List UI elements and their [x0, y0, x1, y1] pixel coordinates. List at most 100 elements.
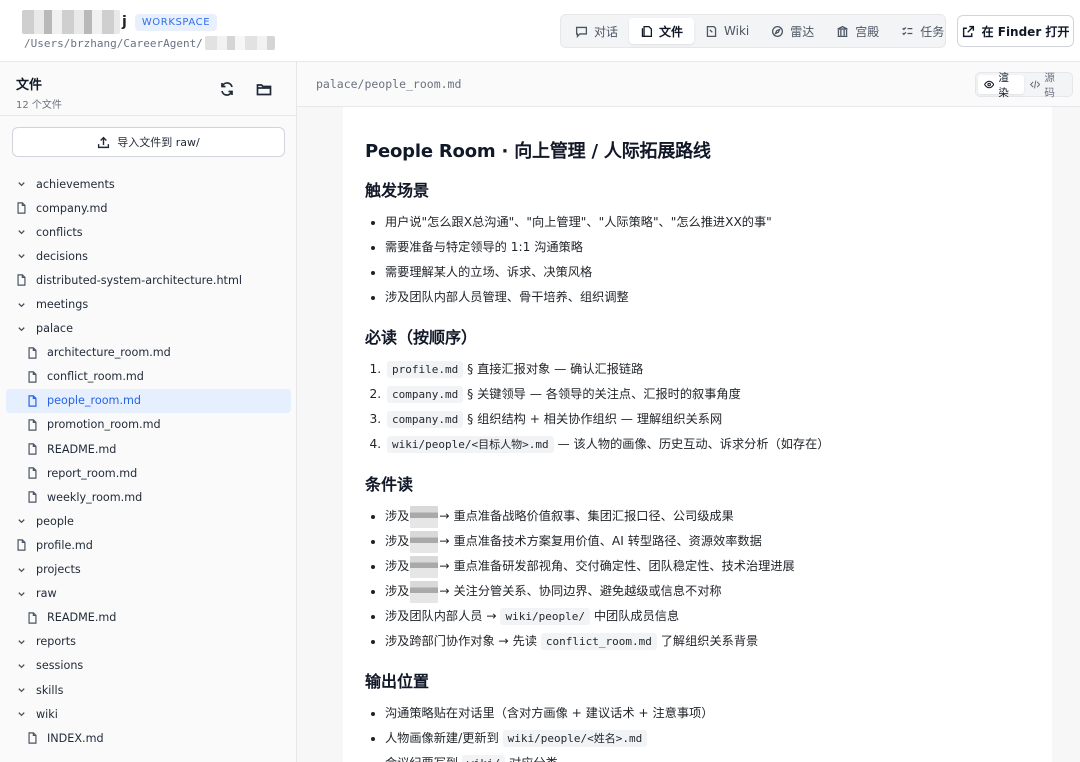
chevron-down-icon — [14, 249, 28, 263]
item-text: 了解组织关系背景 — [656, 634, 759, 648]
list-item: 涉及 → 关注分管关系、协同边界、避免越级或信息不对称 — [385, 579, 1030, 604]
source-view-button[interactable]: 源码 — [1024, 72, 1070, 99]
tree-file[interactable]: conflict_room.md — [6, 365, 291, 389]
tree-folder[interactable]: achievements — [6, 172, 291, 196]
tree-file[interactable]: profile.md — [6, 533, 291, 557]
redacted-name — [410, 530, 439, 553]
render-view-button[interactable]: 渲染 — [978, 72, 1024, 99]
tab-label: Wiki — [724, 24, 750, 38]
tree-file[interactable]: report_room.md — [6, 461, 291, 485]
tree-file[interactable]: company.md — [6, 196, 291, 220]
list-item: 需要准备与特定领导的 1:1 沟通策略 — [385, 235, 1030, 260]
render-label: 渲染 — [998, 71, 1009, 99]
chevron-down-icon — [14, 635, 28, 649]
tree-folder[interactable]: decisions — [6, 244, 291, 268]
tree-folder[interactable]: skills — [6, 678, 291, 702]
tree-folder[interactable]: people — [6, 509, 291, 533]
external-link-icon — [962, 25, 974, 37]
tree-item-label: INDEX.md — [47, 731, 104, 745]
file-icon — [25, 466, 39, 480]
main-tabs: 对话 文件 Wiki 雷达 宫殿 任务 — [560, 14, 946, 48]
list-item: 涉及团队内部人员管理、骨干培养、组织调整 — [385, 285, 1030, 310]
item-text: 涉及 — [385, 509, 410, 523]
section-heading: 必读（按顺序） — [365, 328, 478, 347]
tree-folder[interactable]: meetings — [6, 292, 291, 316]
chevron-down-icon — [14, 298, 28, 312]
tab-radar[interactable]: 雷达 — [760, 18, 825, 44]
bullet-list: 用户说"怎么跟X总沟通"、"向上管理"、"人际策略"、"怎么推进XX的事" 需要准… — [365, 210, 1030, 310]
sidebar-title: 文件 — [16, 78, 43, 93]
tree-file[interactable]: README.md — [6, 606, 291, 630]
tab-palace[interactable]: 宫殿 — [825, 18, 890, 44]
item-text: 需要准备与特定领导的 1:1 沟通策略 — [385, 240, 583, 254]
upload-icon — [98, 136, 110, 148]
tree-file[interactable]: architecture_room.md — [6, 341, 291, 365]
tree-folder[interactable]: raw — [6, 582, 291, 606]
chevron-down-icon — [14, 514, 28, 528]
chevron-down-icon — [14, 177, 28, 191]
file-icon — [25, 442, 39, 456]
inline-code: conflict_room.md — [540, 633, 657, 650]
tree-file[interactable]: promotion_room.md — [6, 413, 291, 437]
refresh-button[interactable] — [219, 81, 237, 99]
redacted-path-segment — [204, 36, 275, 50]
tree-folder[interactable]: projects — [6, 558, 291, 582]
tree-file[interactable]: INDEX.md — [6, 726, 291, 750]
list-item: profile.md § 直接汇报对象 — 确认汇报链路 — [385, 357, 1030, 382]
tree-file[interactable]: README.md — [6, 437, 291, 461]
tree-item-label: conflict_room.md — [47, 370, 144, 384]
tree-file[interactable]: people_room.md — [6, 388, 291, 413]
tree-folder[interactable]: wiki — [6, 702, 291, 726]
file-tree: achievements company.md conflicts decisions… — [6, 172, 291, 750]
item-text: → 重点准备研发部视角、交付确定性、团队稳定性、技术治理进展 — [439, 559, 795, 573]
tree-file[interactable]: weekly_room.md — [6, 485, 291, 509]
list-item: wiki/people/<目标人物>.md — 该人物的画像、历史互动、诉求分析… — [385, 432, 1030, 457]
list-item: 人物画像新建/更新到 wiki/people/<姓名>.md — [385, 726, 1030, 751]
chevron-down-icon — [14, 659, 28, 673]
folder-icon — [256, 84, 272, 96]
file-icon — [25, 394, 39, 408]
tree-folder[interactable]: conflicts — [6, 220, 291, 244]
tab-tasks[interactable]: 任务 — [890, 18, 955, 44]
tab-files[interactable]: 文件 — [629, 18, 695, 44]
tree-file[interactable]: distributed-system-architecture.html — [6, 268, 291, 292]
tree-item-label: palace — [36, 322, 73, 336]
list-item: 沟通策略贴在对话里（含对方画像 + 建议话术 + 注意事项） — [385, 701, 1030, 726]
tree-item-label: profile.md — [36, 538, 93, 552]
redacted-name — [410, 555, 439, 578]
tree-item-label: sessions — [36, 659, 84, 673]
ordered-list: profile.md § 直接汇报对象 — 确认汇报链路company.md §… — [365, 357, 1030, 457]
list-item: 涉及团队内部人员 → wiki/people/ 中团队成员信息 — [385, 604, 1030, 629]
brand: j WORKSPACE — [22, 10, 218, 34]
open-in-finder-label: 在 Finder 打开 — [981, 24, 1070, 39]
file-count: 12 个文件 — [16, 100, 62, 111]
inline-code: company.md — [387, 386, 464, 403]
tab-label: 任务 — [920, 24, 945, 39]
markdown-document: People Room · 向上管理 / 人际拓展路线 触发场景用户说"怎么跟X… — [343, 107, 1052, 762]
code-icon — [1030, 80, 1041, 89]
list-item: 涉及 → 重点准备战略价值叙事、集团汇报口径、公司级成果 — [385, 504, 1030, 529]
tree-item-label: README.md — [47, 611, 117, 625]
item-text: 沟通策略贴在对话里（含对方画像 + 建议话术 + 注意事项） — [385, 706, 714, 720]
tree-folder[interactable]: sessions — [6, 654, 291, 678]
inline-code: wiki/ — [462, 755, 506, 762]
doc-title: People Room · 向上管理 / 人际拓展路线 — [365, 141, 711, 162]
open-folder-button[interactable] — [256, 81, 274, 99]
source-label: 源码 — [1044, 71, 1055, 99]
workspace-badge: WORKSPACE — [134, 13, 218, 31]
tree-folder[interactable]: reports — [6, 630, 291, 654]
tab-wiki[interactable]: Wiki — [694, 18, 760, 44]
tree-item-label: people_room.md — [47, 394, 142, 408]
open-in-finder-button[interactable]: 在 Finder 打开 — [957, 15, 1074, 47]
file-icon — [25, 611, 39, 625]
tree-folder[interactable]: palace — [6, 317, 291, 341]
section-heading: 条件读 — [365, 475, 414, 494]
import-to-raw-button[interactable]: 导入文件到 raw/ — [12, 127, 285, 157]
tree-item-label: conflicts — [36, 225, 83, 239]
chevron-down-icon — [14, 225, 28, 239]
inline-code: wiki/people/<姓名>.md — [502, 730, 648, 747]
sidebar-header: 文件 12 个文件 — [16, 74, 62, 111]
item-text: 涉及团队内部人员 → — [385, 609, 501, 623]
tab-chat[interactable]: 对话 — [564, 18, 629, 44]
inline-code: wiki/people/<目标人物>.md — [387, 436, 554, 453]
